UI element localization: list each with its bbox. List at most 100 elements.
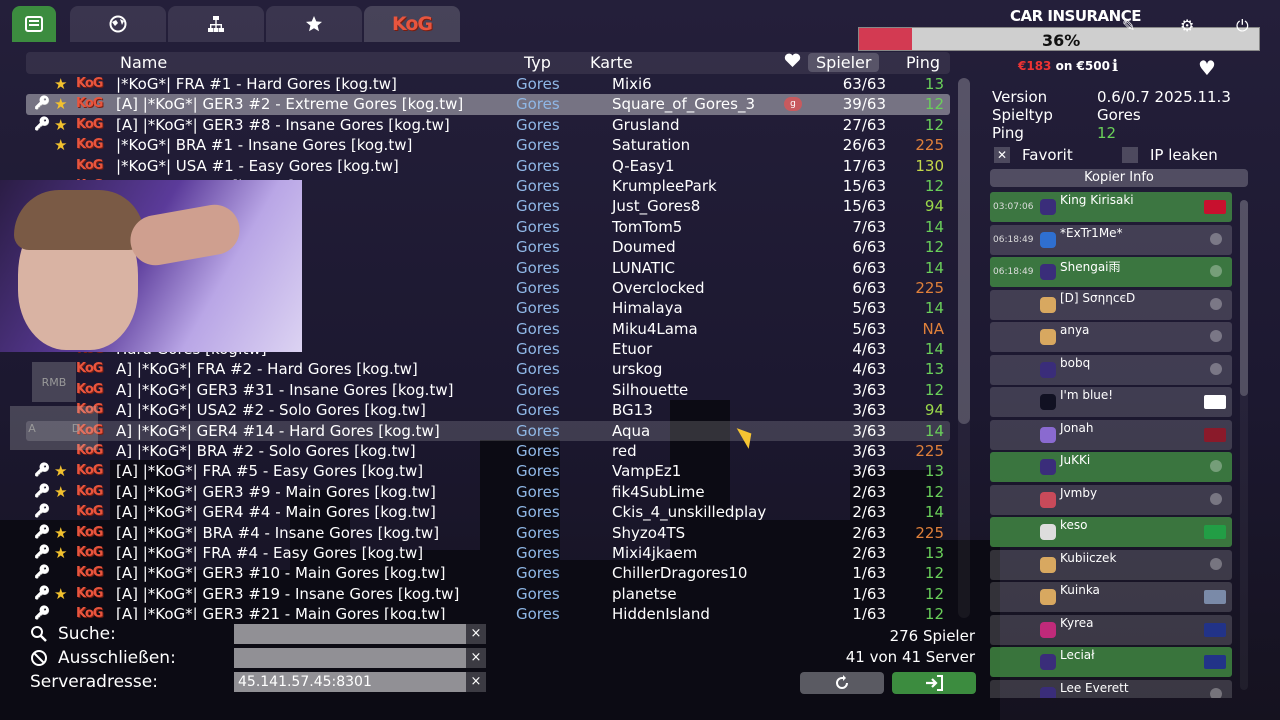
server-players: 4/63 (852, 340, 886, 359)
tee-avatar-icon (1040, 199, 1056, 215)
server-row[interactable]: 🔑 ★ KoG [A] |*KoG*| GER3 #2 - Extreme Gores… (26, 94, 950, 115)
server-row[interactable]: 🔑 ★ KoG [A] |*KoG*| GER3 #9 - Main Gores [k… (26, 482, 950, 502)
server-row[interactable]: KoG A] |*KoG*| BRA #2 - Solo Gores [kog.t… (26, 441, 950, 461)
server-players: 3/63 (852, 442, 886, 461)
tab-kog[interactable]: KoG (364, 6, 460, 42)
server-row[interactable]: 🔑 ★ KoG [A] |*KoG*| BRA #4 - Insane Gores [… (26, 523, 950, 543)
server-ping: 14 (924, 421, 944, 440)
star-icon[interactable]: ★ (54, 523, 67, 543)
player-row[interactable]: Kuinka (990, 582, 1232, 612)
player-row[interactable]: bobq (990, 354, 1232, 385)
star-icon[interactable]: ★ (54, 543, 67, 563)
server-row[interactable]: KoG A] |*KoG*| FRA #2 - Hard Gores [kog.t… (26, 359, 950, 379)
column-header-map[interactable]: Karte (590, 53, 633, 72)
star-icon[interactable]: ★ (54, 584, 67, 604)
tab-lan[interactable] (70, 6, 166, 42)
player-row[interactable]: Jonah (990, 419, 1232, 450)
player-row[interactable]: I'm blue! (990, 387, 1232, 417)
player-row[interactable]: 06:18:49 *ExTr1Me* (990, 224, 1232, 255)
star-icon[interactable]: ★ (54, 94, 67, 114)
player-row[interactable]: Kubiiczek (990, 549, 1232, 580)
player-list-scrollbar-thumb[interactable] (1240, 200, 1248, 396)
player-row[interactable]: Kyrea (990, 614, 1232, 645)
server-map: Mixi4jkaem (612, 543, 698, 562)
player-list-scrollbar[interactable] (1240, 200, 1248, 690)
player-row[interactable]: 03:07:06 King Kirisaki (990, 192, 1232, 222)
heart-icon[interactable] (784, 53, 801, 72)
kog-logo: KoG (76, 585, 103, 601)
server-row[interactable]: KoG A] |*KoG*| GER4 #14 - Hard Gores [kog… (26, 420, 950, 442)
exclude-input[interactable] (234, 648, 466, 668)
player-row[interactable]: Leciał (990, 647, 1232, 677)
column-header-ping[interactable]: Ping (906, 53, 940, 72)
player-row[interactable]: [D] SσηηcєD (990, 289, 1232, 320)
server-list-scrollbar[interactable] (958, 78, 970, 618)
server-players: 3/63 (852, 421, 886, 440)
key-icon: 🔑 (34, 524, 51, 540)
server-ping: 12 (924, 176, 944, 195)
server-row[interactable]: 🔑 ★ KoG [A] |*KoG*| GER3 #19 - Insane Gores… (26, 584, 950, 604)
favorite-heart-icon[interactable]: ♥ (1198, 56, 1216, 80)
server-row[interactable]: 🔑 ★ KoG [A] |*KoG*| FRA #4 - Easy Gores [ko… (26, 543, 950, 563)
key-icon: 🔑 (34, 116, 51, 132)
column-header-players[interactable]: Spieler (808, 53, 880, 72)
favorite-checkbox[interactable]: ✕ (994, 147, 1010, 163)
star-icon[interactable]: ★ (54, 135, 67, 155)
clear-search-button[interactable]: × (466, 624, 486, 644)
server-row[interactable]: 🔑 ★ KoG [A] |*KoG*| FRA #5 - Easy Gores [ko… (26, 461, 950, 481)
copy-info-button[interactable]: Kopier Info (990, 169, 1248, 187)
search-icon (31, 626, 47, 642)
browser-tabs: KoG (12, 6, 462, 42)
clear-address-button[interactable]: × (466, 672, 486, 692)
server-row[interactable]: KoG A] |*KoG*| USA2 #2 - Solo Gores [kog.… (26, 400, 950, 420)
tab-favorites[interactable] (266, 6, 362, 42)
server-row[interactable]: 🔑 KoG [A] |*KoG*| GER4 #4 - Main Gores [ko… (26, 502, 950, 522)
server-players: 3/63 (852, 462, 886, 481)
info-icon[interactable]: ℹ (1112, 56, 1118, 75)
clear-exclude-button[interactable]: × (466, 648, 486, 668)
star-icon[interactable]: ★ (54, 115, 67, 135)
player-row[interactable]: keso (990, 517, 1232, 547)
power-icon[interactable]: ⏻ (1236, 16, 1249, 36)
player-row[interactable]: 06:18:49 Shengai雨 (990, 257, 1232, 287)
server-row[interactable]: 🔑 KoG [A] |*KoG*| GER3 #10 - Main Gores [k… (26, 563, 950, 583)
server-map: urskog (612, 360, 663, 379)
country-flag-icon (1204, 655, 1226, 669)
server-type: Gores (516, 340, 560, 359)
player-row[interactable]: JuKKi (990, 452, 1232, 482)
server-address-input[interactable] (234, 672, 466, 692)
ip-leak-checkbox[interactable] (1122, 147, 1138, 163)
server-list-scrollbar-thumb[interactable] (958, 78, 970, 424)
tee-avatar-icon (1040, 394, 1056, 410)
player-row[interactable]: anya (990, 322, 1232, 352)
search-input[interactable] (234, 624, 466, 644)
server-type: Gores (516, 176, 560, 195)
tab-network[interactable] (168, 6, 264, 42)
exclude-row: Ausschließen: × (30, 648, 490, 670)
tab-internet[interactable] (12, 6, 56, 42)
server-map: LUNATIC (612, 258, 675, 277)
player-row[interactable]: Jvmby (990, 484, 1232, 515)
server-ping: 225 (915, 136, 944, 155)
refresh-button[interactable] (800, 672, 884, 694)
server-row[interactable]: KoG |*KoG*| USA #1 - Easy Gores [kog.tw] G… (26, 156, 950, 176)
star-icon[interactable]: ★ (54, 74, 67, 94)
server-row[interactable]: 🔑 KoG [A] |*KoG*| GER3 #21 - Main Gores [k… (26, 604, 950, 620)
gear-icon[interactable]: ⚙ (1180, 16, 1194, 35)
player-name: King Kirisaki (1060, 193, 1134, 207)
server-players: 7/63 (852, 217, 886, 236)
server-row[interactable]: ★ KoG |*KoG*| BRA #1 - Insane Gores [kog.t… (26, 135, 950, 155)
player-row[interactable]: Lee Everett (990, 679, 1232, 698)
server-row[interactable]: ★ KoG |*KoG*| FRA #1 - Hard Gores [kog.tw]… (26, 74, 950, 94)
server-players: 6/63 (852, 278, 886, 297)
connect-button[interactable] (892, 672, 976, 694)
server-row[interactable]: 🔑 ★ KoG [A] |*KoG*| GER3 #8 - Insane Gores … (26, 115, 950, 135)
column-header-name[interactable]: Name (120, 53, 167, 72)
star-icon[interactable]: ★ (54, 461, 67, 481)
server-players: 1/63 (852, 584, 886, 603)
column-header-type[interactable]: Typ (524, 53, 551, 72)
star-icon[interactable]: ★ (54, 482, 67, 502)
edit-icon[interactable]: ✎ (1122, 16, 1135, 35)
server-players: 26/63 (842, 136, 886, 155)
server-row[interactable]: KoG A] |*KoG*| GER3 #31 - Insane Gores [k… (26, 380, 950, 400)
